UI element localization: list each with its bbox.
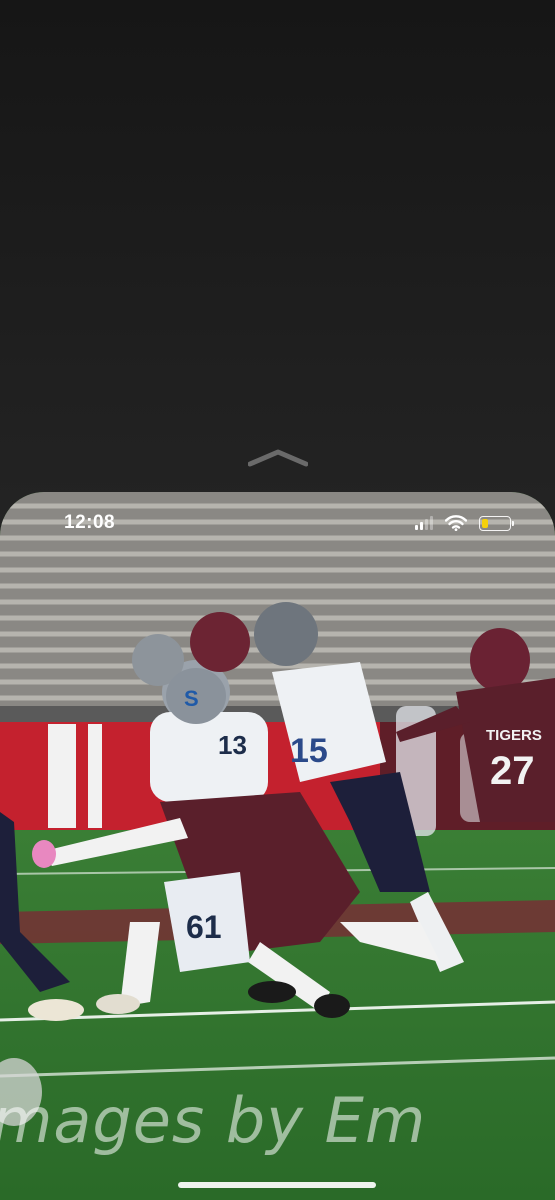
svg-text:61: 61 [186, 909, 222, 945]
status-icons [415, 512, 514, 534]
app-preview-card[interactable]: 13 15 TIGERS 27 61 S 12:08 mages by Em [0, 492, 555, 1200]
svg-text:15: 15 [290, 732, 328, 770]
home-indicator[interactable] [178, 1182, 376, 1188]
svg-text:TIGERS: TIGERS [486, 727, 542, 744]
battery-fill [482, 518, 488, 528]
svg-text:27: 27 [490, 749, 535, 793]
wifi-icon [445, 515, 467, 531]
battery-icon [479, 515, 514, 531]
status-bar: 12:08 [0, 492, 555, 556]
cellular-signal-icon [415, 516, 433, 530]
photo-watermark: mages by Em [0, 1084, 427, 1157]
svg-text:13: 13 [218, 730, 247, 760]
svg-text:S: S [184, 686, 199, 711]
chevron-up-icon[interactable] [248, 446, 308, 470]
status-time: 12:08 [64, 512, 116, 533]
